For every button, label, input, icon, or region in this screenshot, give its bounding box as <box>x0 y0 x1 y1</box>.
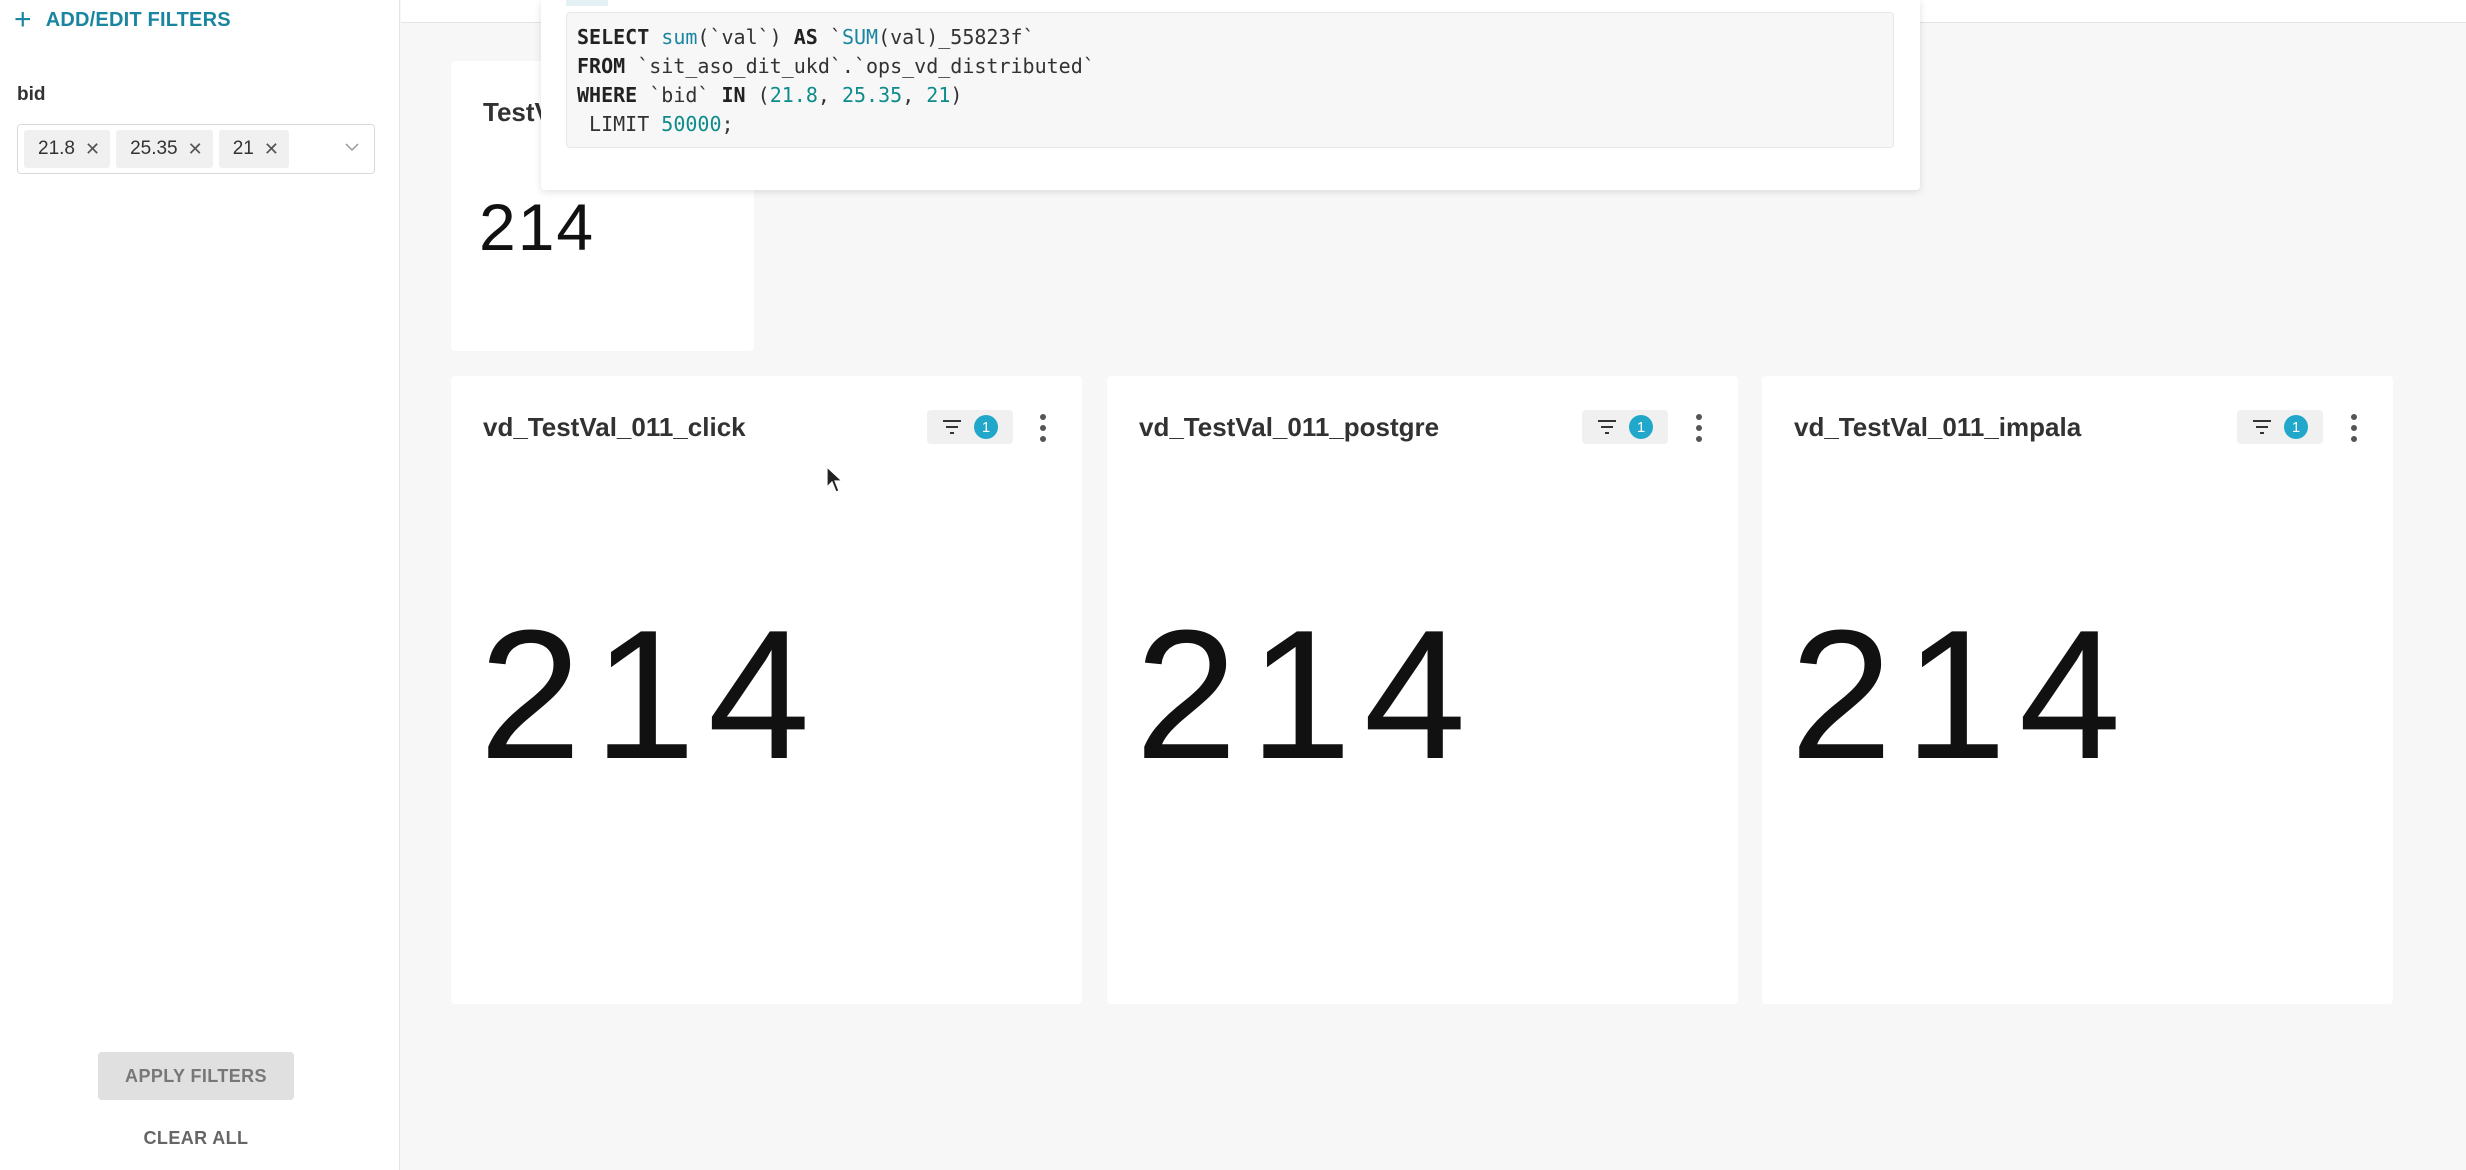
close-icon[interactable]: ✕ <box>188 139 203 160</box>
filter-tag: 25.35 ✕ <box>116 130 213 168</box>
sql-token: (`val`) <box>697 25 794 49</box>
sql-token: (val)_55823f` <box>878 25 1035 49</box>
apply-filters-button[interactable]: APPLY FILTERS <box>98 1052 294 1100</box>
chart-card: vd_TestVal_011_click 1 214 <box>451 376 1082 1004</box>
filter-label-bid: bid <box>17 84 46 105</box>
applied-filters-indicator[interactable]: 1 <box>1582 410 1668 444</box>
sql-token: `sit_aso_dit_ukd`.`ops_vd_distributed` <box>625 54 1095 78</box>
filter-panel: + ADD/EDIT FILTERS bid 21.8 ✕ 25.35 ✕ 21… <box>0 0 400 1170</box>
filter-tag: 21 ✕ <box>218 130 289 168</box>
sql-token: 25.35 <box>841 83 903 107</box>
more-vertical-icon[interactable] <box>1694 414 1704 442</box>
big-number-value: 214 <box>1790 591 2133 797</box>
applied-filters-indicator[interactable]: 1 <box>927 410 1013 444</box>
big-number-value: 214 <box>479 190 596 264</box>
filter-count-badge: 1 <box>1629 415 1653 439</box>
clear-all-button[interactable]: CLEAR ALL <box>98 1128 294 1149</box>
more-vertical-icon[interactable] <box>2349 414 2359 442</box>
filter-tag-value: 25.35 <box>130 138 178 159</box>
sql-token: IN <box>721 83 746 107</box>
sql-token: FROM <box>577 54 626 78</box>
chart-card-title: vd_TestVal_011_impala <box>1794 412 2082 442</box>
chart-card: vd_TestVal_011_impala 1 214 <box>1762 376 2393 1004</box>
filter-icon <box>1598 420 1616 434</box>
applied-filters-indicator[interactable]: 1 <box>2237 410 2323 444</box>
sql-token: ) <box>950 83 963 107</box>
sql-token: ( <box>745 83 770 107</box>
sql-token: SUM <box>841 25 879 49</box>
sql-query-popover: SELECT sum(`val`) AS `SUM(val)_55823f` F… <box>541 0 1920 190</box>
sql-token: `bid` <box>637 83 722 107</box>
filter-count-badge: 1 <box>974 415 998 439</box>
close-icon[interactable]: ✕ <box>85 139 100 160</box>
mouse-pointer-icon <box>826 466 844 493</box>
filter-count-badge: 1 <box>2284 415 2308 439</box>
filter-tag-value: 21.8 <box>38 138 75 159</box>
sql-token: 50000 <box>661 112 722 136</box>
sql-token: 21.8 <box>769 83 818 107</box>
sql-token: ` <box>817 25 842 49</box>
add-edit-filters-button[interactable]: + ADD/EDIT FILTERS <box>14 3 231 36</box>
sql-token: WHERE <box>577 83 638 107</box>
sql-token: ; <box>721 112 734 136</box>
sql-token: LIMIT <box>577 112 662 136</box>
bid-filter-select[interactable]: 21.8 ✕ 25.35 ✕ 21 ✕ <box>17 124 375 174</box>
sql-token: sum <box>661 25 698 49</box>
filter-icon <box>943 420 961 434</box>
more-vertical-icon[interactable] <box>1038 414 1048 442</box>
chart-card-title: vd_TestVal_011_click <box>483 412 746 442</box>
sql-token: , <box>817 83 842 107</box>
sql-token: SELECT <box>577 25 650 49</box>
sql-token: AS <box>793 25 818 49</box>
chart-card-title: vd_TestVal_011_postgre <box>1139 412 1440 442</box>
sql-token: , <box>902 83 927 107</box>
add-edit-filters-label: ADD/EDIT FILTERS <box>45 8 231 31</box>
sql-token: 21 <box>926 83 951 107</box>
filter-icon <box>2253 420 2271 434</box>
close-icon[interactable]: ✕ <box>264 139 279 160</box>
chart-card: vd_TestVal_011_postgre 1 214 <box>1107 376 1738 1004</box>
chevron-down-icon[interactable] <box>344 139 360 155</box>
filter-tag-value: 21 <box>232 138 254 159</box>
popover-tab[interactable] <box>566 0 608 6</box>
filter-tag: 21.8 ✕ <box>24 130 111 168</box>
big-number-value: 214 <box>1135 591 1478 797</box>
plus-icon: + <box>14 3 32 36</box>
big-number-value: 214 <box>479 591 822 797</box>
sql-code-block: SELECT sum(`val`) AS `SUM(val)_55823f` F… <box>566 12 1894 148</box>
